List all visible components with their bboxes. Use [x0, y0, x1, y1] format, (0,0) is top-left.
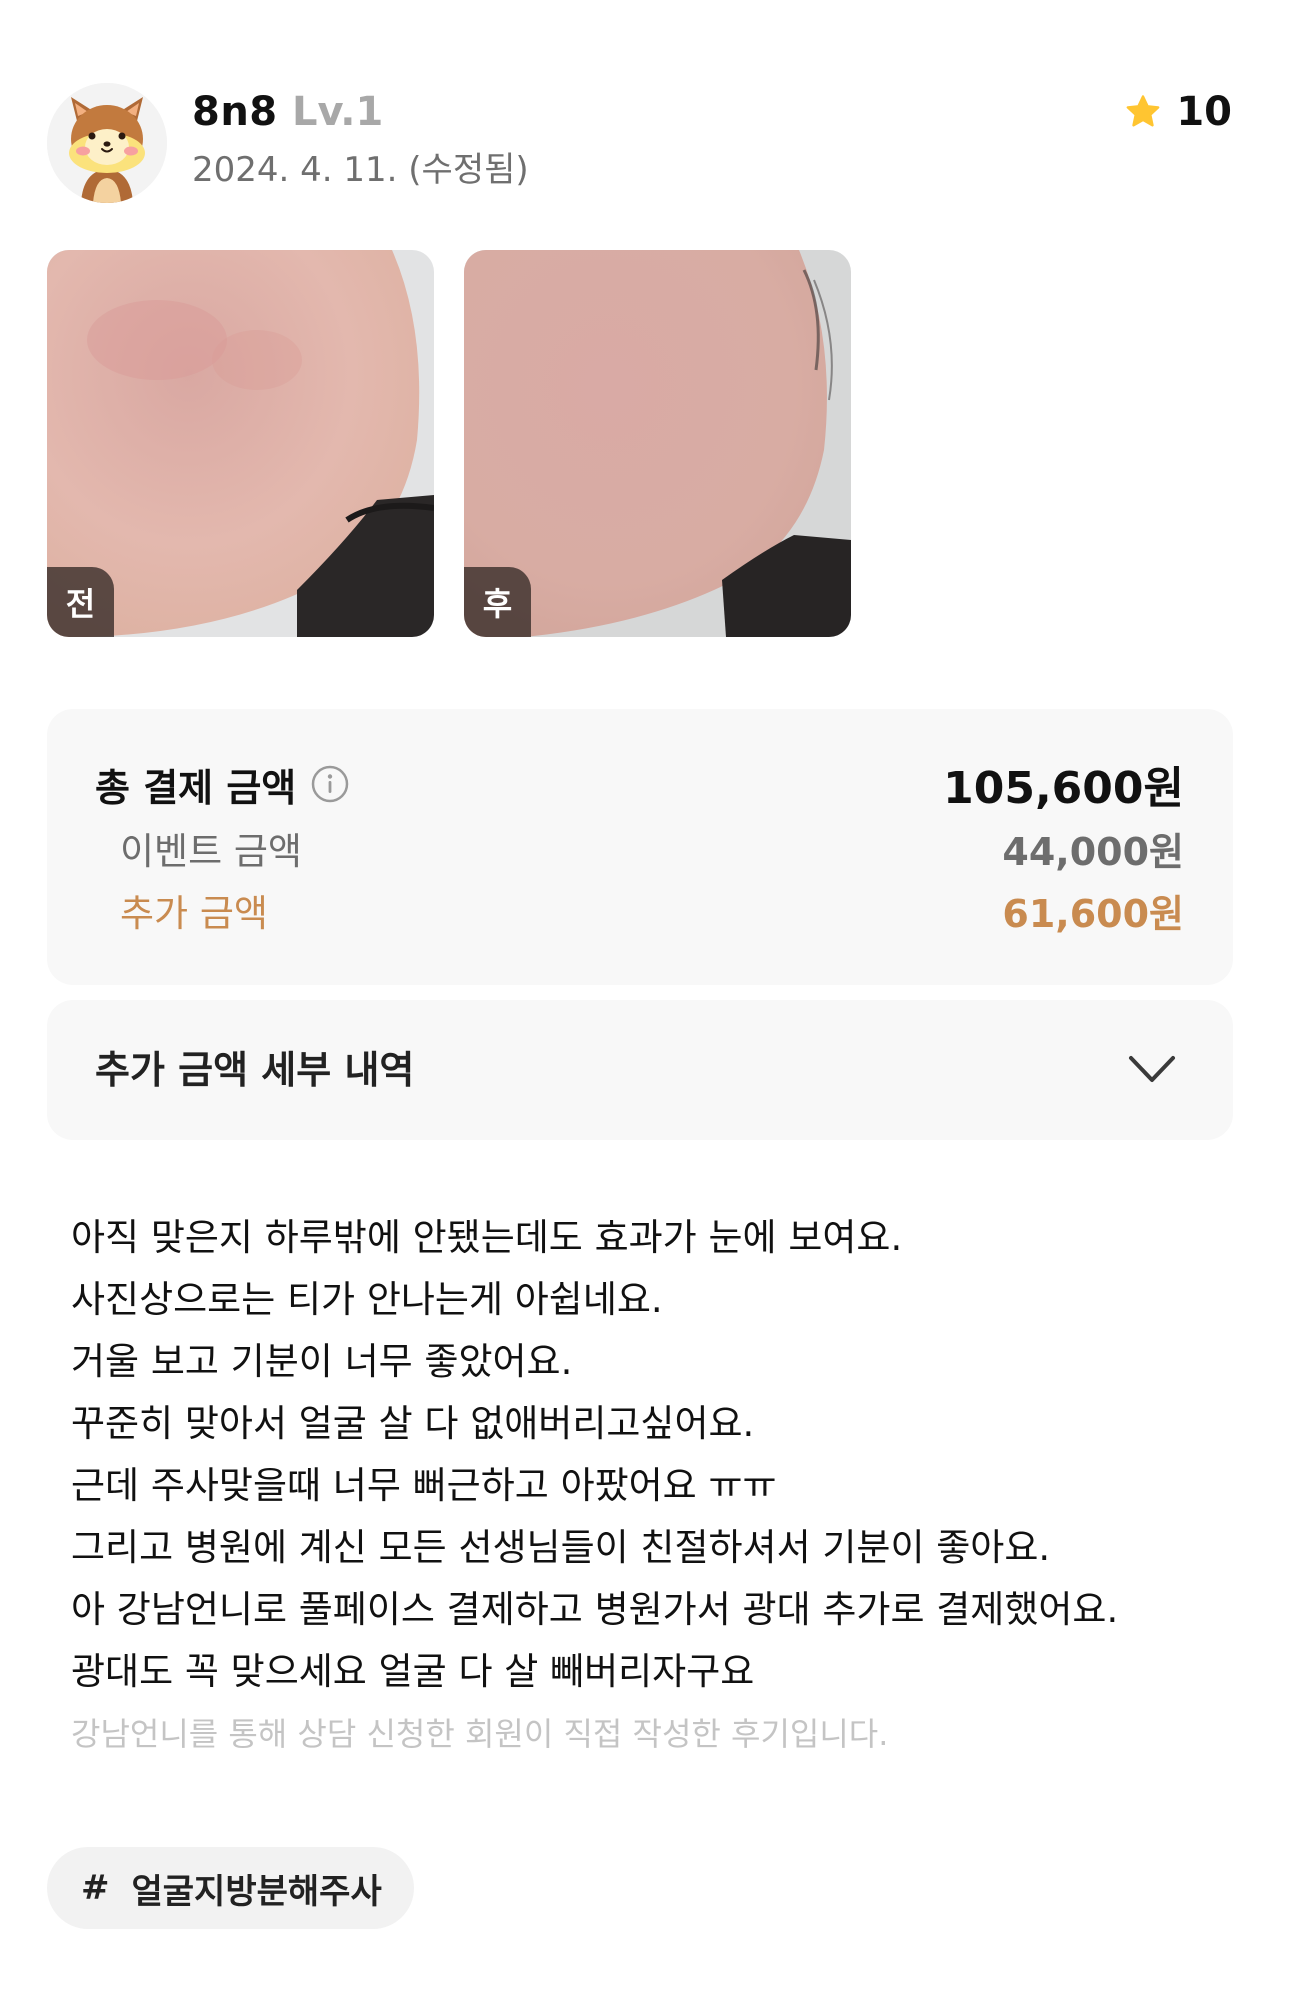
review-line: 광대도 꼭 맞으세요 얼굴 다 살 빼버리자구요 — [71, 1650, 755, 1693]
extra-price-value: 61,600원 — [1002, 891, 1184, 936]
after-photo[interactable]: 후 — [464, 250, 851, 637]
review-date: 2024. 4. 11. (수정됨) — [192, 150, 529, 190]
review-line: 꾸준히 맞아서 얼굴 살 다 없애버리고싶어요. — [71, 1402, 755, 1445]
star-icon — [1126, 95, 1160, 127]
avatar[interactable] — [47, 83, 167, 203]
extra-price-row: 추가 금액 61,600원 — [0, 884, 1290, 936]
rating: 10 — [1124, 88, 1232, 136]
event-price-row: 이벤트 금액 44,000원 — [0, 822, 1290, 874]
event-price-label: 이벤트 금액 — [120, 830, 302, 873]
review-line: 근데 주사맞을때 너무 뻐근하고 아팠어요 ㅠㅠ — [71, 1464, 777, 1507]
review-line: 아직 맞은지 하루밖에 안됐는데도 효과가 눈에 보여요. — [71, 1216, 903, 1259]
info-icon[interactable] — [310, 764, 350, 804]
after-tag: 후 — [464, 567, 531, 637]
review-text: 아직 맞은지 하루밖에 안됐는데도 효과가 눈에 보여요. 사진상으로는 티가 … — [71, 1207, 1231, 1703]
event-price-value: 44,000원 — [1002, 829, 1184, 874]
review-line: 그리고 병원에 계신 모든 선생님들이 친절하셔서 기분이 좋아요. — [71, 1526, 1051, 1569]
review-line: 아 강남언니로 풀페이스 결제하고 병원가서 광대 추가로 결제했어요. — [71, 1588, 1119, 1631]
total-price-label: 총 결제 금액 — [95, 765, 297, 810]
extra-price-label: 추가 금액 — [120, 892, 268, 935]
before-photo[interactable]: 전 — [47, 250, 434, 637]
chevron-down-icon[interactable] — [1127, 1050, 1177, 1090]
hashtag-text: 얼굴지방분해주사 — [131, 1871, 382, 1912]
hashtag-symbol: # — [81, 1868, 110, 1908]
before-tag: 전 — [47, 567, 114, 637]
total-price-value: 105,600원 — [943, 763, 1184, 814]
accordion-title: 추가 금액 세부 내역 — [95, 1048, 415, 1092]
review-line: 사진상으로는 티가 안나는게 아쉽네요. — [71, 1278, 663, 1321]
review-line: 거울 보고 기분이 너무 좋았어요. — [71, 1340, 573, 1383]
rating-score: 10 — [1176, 89, 1232, 135]
user-level: Lv.1 — [292, 89, 384, 135]
hamster-avatar-icon — [47, 83, 167, 203]
extra-price-details-accordion[interactable]: 추가 금액 세부 내역 — [47, 1000, 1233, 1140]
total-price-row: 총 결제 금액 105,600원 — [0, 758, 1290, 814]
username[interactable]: 8n8 — [192, 88, 278, 136]
review-disclaimer: 강남언니를 통해 상담 신청한 회원이 직접 작성한 후기입니다. — [71, 1715, 889, 1753]
hashtag-chip[interactable]: # 얼굴지방분해주사 — [47, 1847, 414, 1929]
